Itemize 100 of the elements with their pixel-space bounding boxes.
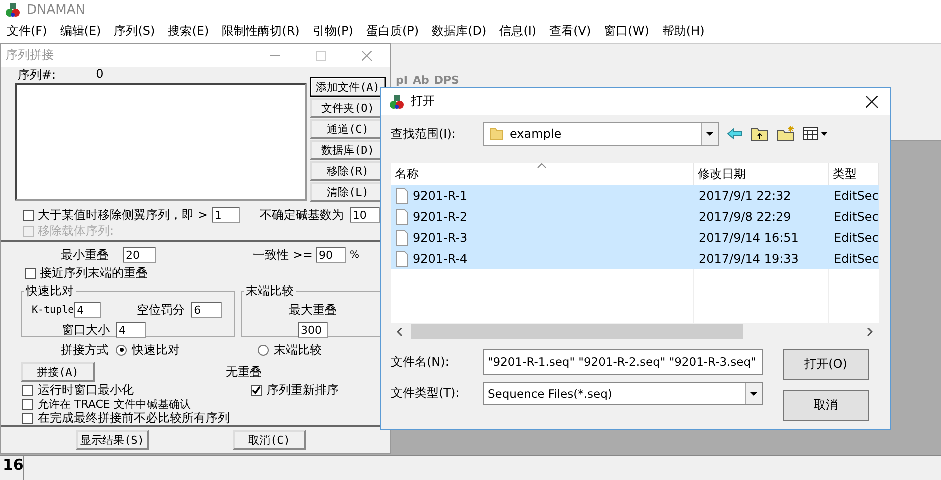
file-type: EditSec [833,208,879,226]
view-menu-icon[interactable] [803,127,829,141]
menu-item[interactable]: 查看(V) [550,23,592,40]
input-field[interactable]: 1 [212,207,240,224]
radio-label: 末端比较 [274,342,322,359]
status-text: 16 [0,456,24,480]
checkbox[interactable] [23,210,34,221]
field-label: 最小重叠 [61,246,110,264]
field-label: 不确定碱基数为 [260,206,344,224]
file-name: 9201-R-1 [413,188,468,202]
input-field[interactable]: 4 [74,302,102,318]
input-field[interactable]: 20 [123,247,156,264]
dialog-button[interactable]: 取消(C) [233,430,306,450]
checkbox-label: 接近序列末端的重叠 [40,264,148,282]
checkbox[interactable] [251,384,262,396]
dialog-button[interactable]: 显示结果(S) [76,430,149,450]
field-label: 文件名(N): [391,354,450,370]
file-type: EditSec [833,230,879,246]
unit-label: % [350,250,360,261]
app-title: DNAMAN [27,2,86,18]
file-type-dropdown[interactable]: Sequence Files(*.seq) [483,382,763,405]
file-row[interactable]: 9201-R-1 2017/9/1 22:32 EditSec [391,185,879,206]
radio-button[interactable] [116,344,127,356]
field-label: 文件类型(T): [391,385,461,402]
input-field[interactable]: 10 [350,207,380,224]
checkbox[interactable] [22,412,33,424]
menu-item[interactable]: 编辑(E) [60,23,102,40]
new-folder-icon[interactable] [777,126,795,142]
file-row[interactable]: 9201-R-4 2017/9/14 19:33 EditSec [391,248,879,269]
checkbox-label: 运行时窗口最小化 [38,382,134,398]
menu-item[interactable]: 搜索(E) [168,23,210,40]
app-logo-icon [389,94,405,110]
file-date: 2017/9/14 19:33 [698,250,800,268]
input-field[interactable]: 90 [316,247,346,264]
file-name-field[interactable]: "9201-R-1.seq" "9201-R-2.seq" "9201-R-3.seq" [483,349,763,375]
file-name: 9201-R-3 [413,230,468,244]
file-date: 2017/9/14 16:51 [698,230,800,246]
window-title: 打开 [411,93,436,110]
menu-item[interactable]: 蛋白质(P) [366,23,420,40]
folder-up-icon[interactable] [751,126,769,142]
input-field[interactable]: 6 [191,302,222,318]
dialog-button[interactable]: 添加文件(A) [310,77,386,98]
menu-item[interactable]: 窗口(W) [604,23,650,40]
scroll-right-icon[interactable] [867,328,873,336]
section-label: 无重叠 [226,364,262,381]
checkbox-label: 允许在 TRACE 文件中碱基确认 [38,396,191,412]
field-label: 一致性 >= [253,246,314,264]
menu-item[interactable]: 数据库(D) [432,23,487,40]
input-field[interactable]: 4 [116,322,146,338]
file-name: 9201-R-2 [413,210,468,224]
file-icon [396,208,408,224]
menu-item[interactable]: 序列(S) [114,23,156,40]
checkbox[interactable] [22,398,33,410]
group-title: 快速比对 [24,283,75,300]
checkbox-label: 在完成最终拼接前不必比较所有序列 [38,410,230,427]
checkbox-label: 移除载体序列: [38,222,114,240]
file-type: EditSec [833,250,879,268]
window-title: 序列拼接 [6,47,55,64]
field-label: 空位罚分 [137,302,186,319]
file-icon [396,230,408,246]
file-icon [396,250,408,266]
field-label: 查找范围(I): [391,126,457,142]
checkbox-label: 序列重新排序 [267,382,339,399]
sequence-list[interactable] [15,83,307,202]
dialog-button[interactable]: 打开(O) [783,349,869,380]
file-type: EditSec [833,188,879,204]
menu-item[interactable]: 信息(I) [500,23,537,40]
count-value: 0 [96,67,104,84]
checkbox[interactable] [22,384,33,396]
dialog-button[interactable]: 取消 [783,390,869,421]
file-name: 9201-R-4 [413,252,468,266]
file-date: 2017/9/1 22:32 [698,188,792,204]
dropdown-arrow-icon[interactable] [750,392,758,396]
checkbox[interactable] [25,268,36,279]
menu-item[interactable]: 引物(P) [312,23,354,40]
field-label: K-tuple [32,304,74,316]
file-row[interactable]: 9201-R-2 2017/9/8 22:29 EditSec [391,206,879,227]
field-label: 拼接方式 [61,342,110,359]
checkbox-label: 大于某值时移除侧翼序列，即 > [38,206,208,224]
look-in-dropdown[interactable]: example [483,122,719,146]
scroll-left-icon[interactable] [397,328,403,336]
file-row[interactable]: 9201-R-3 2017/9/14 16:51 EditSec [391,227,879,248]
menu-item[interactable]: 帮助(H) [662,23,705,40]
menu-item[interactable]: 限制性酶切(R) [222,23,300,40]
file-icon [396,188,408,204]
assemble-button[interactable]: 拼接(A) [21,362,95,382]
app-logo-icon [5,2,21,18]
radio-button[interactable] [258,344,269,356]
radio-label: 快速比对 [132,342,180,359]
folder-icon [490,127,504,141]
field-label: 窗口大小 [62,322,110,339]
dropdown-arrow-icon[interactable] [706,132,714,136]
file-list[interactable]: 名称 修改日期 类型 9201-R-1 2017/9/1 22:32 EditSec 9201-R-2 2017/9/8 22:29 EditSec 9201-R-3 2017/9/14 16:51 EditSec 9201-R-4 2017/9/14 19:33 EditSec [391,163,879,340]
group-title: 末端比较 [245,283,295,300]
input-field[interactable]: 300 [298,322,328,338]
sort-chevron-icon [537,163,547,169]
back-arrow-icon[interactable] [727,128,743,140]
close-icon[interactable] [866,96,878,108]
menu-item[interactable]: 文件(F) [7,23,48,40]
field-label: 最大重叠 [289,302,337,319]
